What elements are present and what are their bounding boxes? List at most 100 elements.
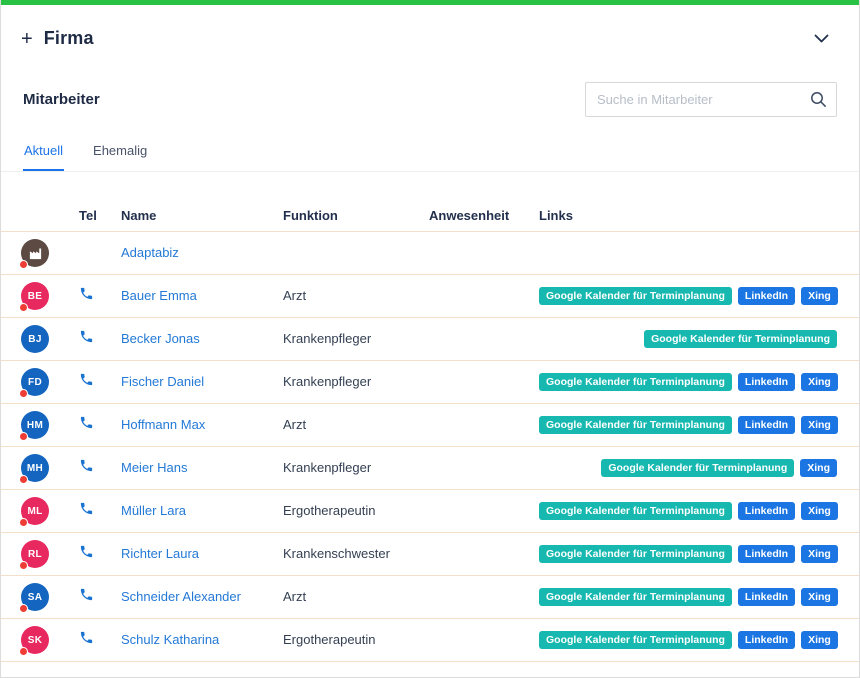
link-badge-calendar[interactable]: Google Kalender für Terminplanung xyxy=(539,416,732,434)
table-row: ML Müller Lara Ergotherapeutin Google Ka… xyxy=(1,490,859,533)
employee-name-link[interactable]: Adaptabiz xyxy=(121,245,179,260)
employee-name-link[interactable]: Fischer Daniel xyxy=(121,374,204,389)
funktion-cell: Arzt xyxy=(283,416,429,434)
link-badge-xing[interactable]: Xing xyxy=(801,373,838,391)
link-badge-xing[interactable]: Xing xyxy=(801,631,838,649)
avatar-cell: BJ xyxy=(21,325,79,353)
employee-name-link[interactable]: Müller Lara xyxy=(121,503,186,518)
link-badge-linkedin[interactable]: LinkedIn xyxy=(738,545,795,563)
avatar[interactable]: RL xyxy=(21,540,49,568)
link-badge-calendar[interactable]: Google Kalender für Terminplanung xyxy=(539,287,732,305)
link-badge-linkedin[interactable]: LinkedIn xyxy=(738,631,795,649)
plus-icon: + xyxy=(21,29,33,49)
employee-name-link[interactable]: Meier Hans xyxy=(121,460,187,475)
phone-icon[interactable] xyxy=(79,630,94,645)
avatar-initials: BJ xyxy=(28,334,41,345)
presence-dot xyxy=(19,604,28,613)
collapse-chevron-button[interactable] xyxy=(810,27,833,50)
links-cell: Google Kalender für Terminplanung xyxy=(539,330,837,348)
funktion-text: Krankenpfleger xyxy=(283,374,371,389)
name-cell: Becker Jonas xyxy=(121,330,283,348)
employee-name-link[interactable]: Richter Laura xyxy=(121,546,199,561)
presence-dot xyxy=(19,647,28,656)
employee-table: Tel Name Funktion Anwesenheit Links Adap… xyxy=(1,199,859,662)
links-cell: Google Kalender für Terminplanung LinkedI… xyxy=(539,502,838,520)
employee-name-link[interactable]: Schulz Katharina xyxy=(121,632,219,647)
tab-ehemalig[interactable]: Ehemalig xyxy=(92,139,148,171)
funktion-text: Krankenpfleger xyxy=(283,331,371,346)
link-badge-xing[interactable]: Xing xyxy=(800,459,837,477)
avatar[interactable]: BE xyxy=(21,282,49,310)
employee-table-body: Adaptabiz BE Bauer Emma Arzt xyxy=(1,232,859,662)
employee-name-link[interactable]: Bauer Emma xyxy=(121,288,197,303)
tel-cell xyxy=(79,587,121,607)
phone-icon[interactable] xyxy=(79,458,94,473)
link-badge-xing[interactable]: Xing xyxy=(801,416,838,434)
presence-dot xyxy=(19,561,28,570)
avatar-initials: HM xyxy=(27,420,43,431)
phone-icon[interactable] xyxy=(79,415,94,430)
name-cell: Schulz Katharina xyxy=(121,631,283,649)
link-badge-xing[interactable]: Xing xyxy=(801,287,838,305)
search-input[interactable] xyxy=(585,82,837,117)
link-badge-linkedin[interactable]: LinkedIn xyxy=(738,502,795,520)
phone-icon[interactable] xyxy=(79,329,94,344)
avatar[interactable]: ML xyxy=(21,497,49,525)
funktion-cell: Arzt xyxy=(283,588,429,606)
avatar-initials: SA xyxy=(28,592,43,603)
tel-cell xyxy=(79,630,121,650)
link-badge-linkedin[interactable]: LinkedIn xyxy=(738,416,795,434)
funktion-cell: Ergotherapeutin xyxy=(283,631,429,649)
phone-icon[interactable] xyxy=(79,372,94,387)
link-badge-calendar[interactable]: Google Kalender für Terminplanung xyxy=(601,459,794,477)
name-cell: Adaptabiz xyxy=(121,244,283,262)
funktion-cell: Krankenpfleger xyxy=(283,330,429,348)
tel-cell xyxy=(79,544,121,564)
funktion-text: Krankenpfleger xyxy=(283,460,371,475)
phone-icon[interactable] xyxy=(79,544,94,559)
name-cell: Bauer Emma xyxy=(121,287,283,305)
table-row: RL Richter Laura Krankenschwester Google… xyxy=(1,533,859,576)
link-badge-xing[interactable]: Xing xyxy=(801,545,838,563)
avatar-cell: SA xyxy=(21,583,79,611)
avatar[interactable] xyxy=(21,239,49,267)
funktion-text: Arzt xyxy=(283,288,306,303)
tab-aktuell[interactable]: Aktuell xyxy=(23,139,64,171)
link-badge-linkedin[interactable]: LinkedIn xyxy=(738,588,795,606)
link-badge-linkedin[interactable]: LinkedIn xyxy=(738,287,795,305)
link-badge-calendar[interactable]: Google Kalender für Terminplanung xyxy=(539,631,732,649)
column-tel: Tel xyxy=(79,208,121,223)
name-cell: Müller Lara xyxy=(121,502,283,520)
avatar-cell xyxy=(21,239,79,267)
avatar-cell: MH xyxy=(21,454,79,482)
avatar[interactable]: SK xyxy=(21,626,49,654)
link-badge-linkedin[interactable]: LinkedIn xyxy=(738,373,795,391)
link-badge-calendar[interactable]: Google Kalender für Terminplanung xyxy=(539,545,732,563)
link-badge-xing[interactable]: Xing xyxy=(801,588,838,606)
presence-dot xyxy=(19,303,28,312)
table-row: BJ Becker Jonas Krankenpfleger Google Ka… xyxy=(1,318,859,361)
search-icon[interactable] xyxy=(810,91,827,113)
employees-section-header: Mitarbeiter xyxy=(1,70,859,127)
link-badge-calendar[interactable]: Google Kalender für Terminplanung xyxy=(539,502,732,520)
tel-cell xyxy=(79,286,121,306)
tel-cell xyxy=(79,243,121,263)
employee-name-link[interactable]: Hoffmann Max xyxy=(121,417,205,432)
link-badge-calendar[interactable]: Google Kalender für Terminplanung xyxy=(539,588,732,606)
avatar-initials: FD xyxy=(28,377,42,388)
employee-name-link[interactable]: Schneider Alexander xyxy=(121,589,241,604)
avatar[interactable]: FD xyxy=(21,368,49,396)
link-badge-calendar[interactable]: Google Kalender für Terminplanung xyxy=(539,373,732,391)
avatar[interactable]: MH xyxy=(21,454,49,482)
phone-icon[interactable] xyxy=(79,501,94,516)
employee-name-link[interactable]: Becker Jonas xyxy=(121,331,200,346)
table-row: FD Fischer Daniel Krankenpfleger Google … xyxy=(1,361,859,404)
phone-icon[interactable] xyxy=(79,587,94,602)
links-cell: Google Kalender für Terminplanung LinkedI… xyxy=(539,373,838,391)
phone-icon[interactable] xyxy=(79,286,94,301)
avatar[interactable]: BJ xyxy=(21,325,49,353)
avatar[interactable]: SA xyxy=(21,583,49,611)
avatar[interactable]: HM xyxy=(21,411,49,439)
link-badge-xing[interactable]: Xing xyxy=(801,502,838,520)
link-badge-calendar[interactable]: Google Kalender für Terminplanung xyxy=(644,330,837,348)
